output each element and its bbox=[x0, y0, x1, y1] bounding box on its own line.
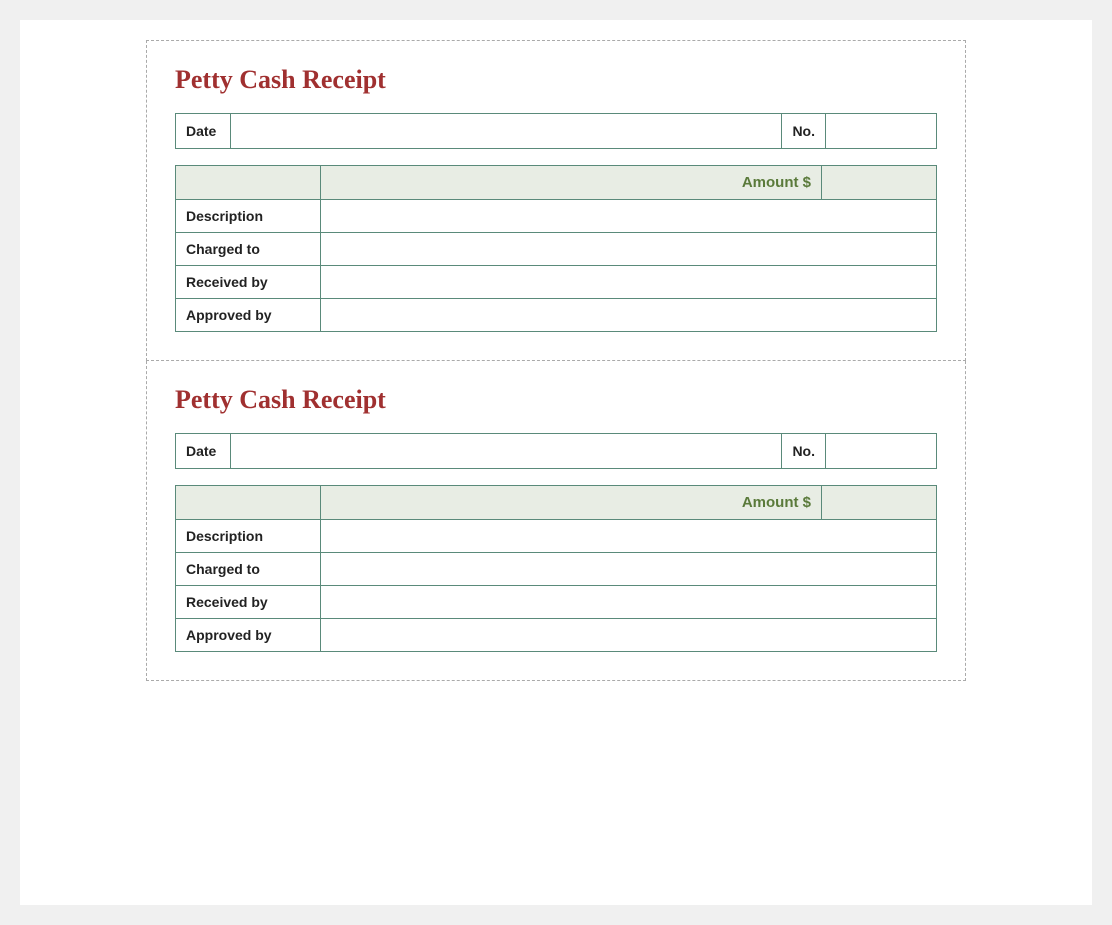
receipt-1-description-label: Description bbox=[176, 200, 321, 233]
receipt-2-received-label: Received by bbox=[176, 586, 321, 619]
receipt-1-charged-value bbox=[321, 233, 937, 266]
table-row: Charged to bbox=[176, 233, 937, 266]
receipt-2-charged-label: Charged to bbox=[176, 553, 321, 586]
receipt-2-approved-label: Approved by bbox=[176, 619, 321, 652]
receipt-1-header-amount: Amount $ bbox=[321, 166, 822, 200]
receipt-2-title: Petty Cash Receipt bbox=[175, 385, 937, 415]
receipt-2-header-row: Amount $ bbox=[176, 486, 937, 520]
receipt-1-no-label: No. bbox=[781, 114, 826, 148]
receipt-1-header-row: Amount $ bbox=[176, 166, 937, 200]
receipt-1-charged-label: Charged to bbox=[176, 233, 321, 266]
receipt-2-header-left bbox=[176, 486, 321, 520]
receipt-1-title: Petty Cash Receipt bbox=[175, 65, 937, 95]
receipt-2-date-row: Date No. bbox=[175, 433, 937, 469]
receipt-2-header-amount-box bbox=[822, 486, 937, 520]
receipt-2-received-value bbox=[321, 586, 937, 619]
receipt-2-table: Amount $ Description Charged to Received… bbox=[175, 485, 937, 652]
table-row: Charged to bbox=[176, 553, 937, 586]
receipt-1-date-row: Date No. bbox=[175, 113, 937, 149]
receipt-1-description-value bbox=[321, 200, 937, 233]
table-row: Received by bbox=[176, 266, 937, 299]
receipt-2-date-input[interactable] bbox=[231, 434, 781, 468]
receipt-1-received-label: Received by bbox=[176, 266, 321, 299]
receipt-1-no-input[interactable] bbox=[826, 114, 936, 148]
receipt-1-approved-label: Approved by bbox=[176, 299, 321, 332]
receipt-1-approved-value bbox=[321, 299, 937, 332]
receipt-1-table: Amount $ Description Charged to Received… bbox=[175, 165, 937, 332]
receipt-2-description-label: Description bbox=[176, 520, 321, 553]
table-row: Description bbox=[176, 200, 937, 233]
table-row: Description bbox=[176, 520, 937, 553]
receipt-2-charged-value bbox=[321, 553, 937, 586]
receipt-1-header-left bbox=[176, 166, 321, 200]
page-container: Petty Cash Receipt Date No. Amount $ Des… bbox=[20, 20, 1092, 905]
receipt-2-no-input[interactable] bbox=[826, 434, 936, 468]
receipt-1-received-value bbox=[321, 266, 937, 299]
receipt-2-header-amount: Amount $ bbox=[321, 486, 822, 520]
table-row: Approved by bbox=[176, 619, 937, 652]
table-row: Approved by bbox=[176, 299, 937, 332]
table-row: Received by bbox=[176, 586, 937, 619]
receipt-2: Petty Cash Receipt Date No. Amount $ Des… bbox=[146, 361, 966, 681]
receipt-2-approved-value bbox=[321, 619, 937, 652]
receipt-2-description-value bbox=[321, 520, 937, 553]
receipt-1-date-input[interactable] bbox=[231, 114, 781, 148]
receipt-1-header-amount-box bbox=[822, 166, 937, 200]
receipt-1-date-label: Date bbox=[176, 114, 231, 148]
receipt-2-no-label: No. bbox=[781, 434, 826, 468]
receipt-2-date-label: Date bbox=[176, 434, 231, 468]
receipt-1: Petty Cash Receipt Date No. Amount $ Des… bbox=[146, 40, 966, 361]
